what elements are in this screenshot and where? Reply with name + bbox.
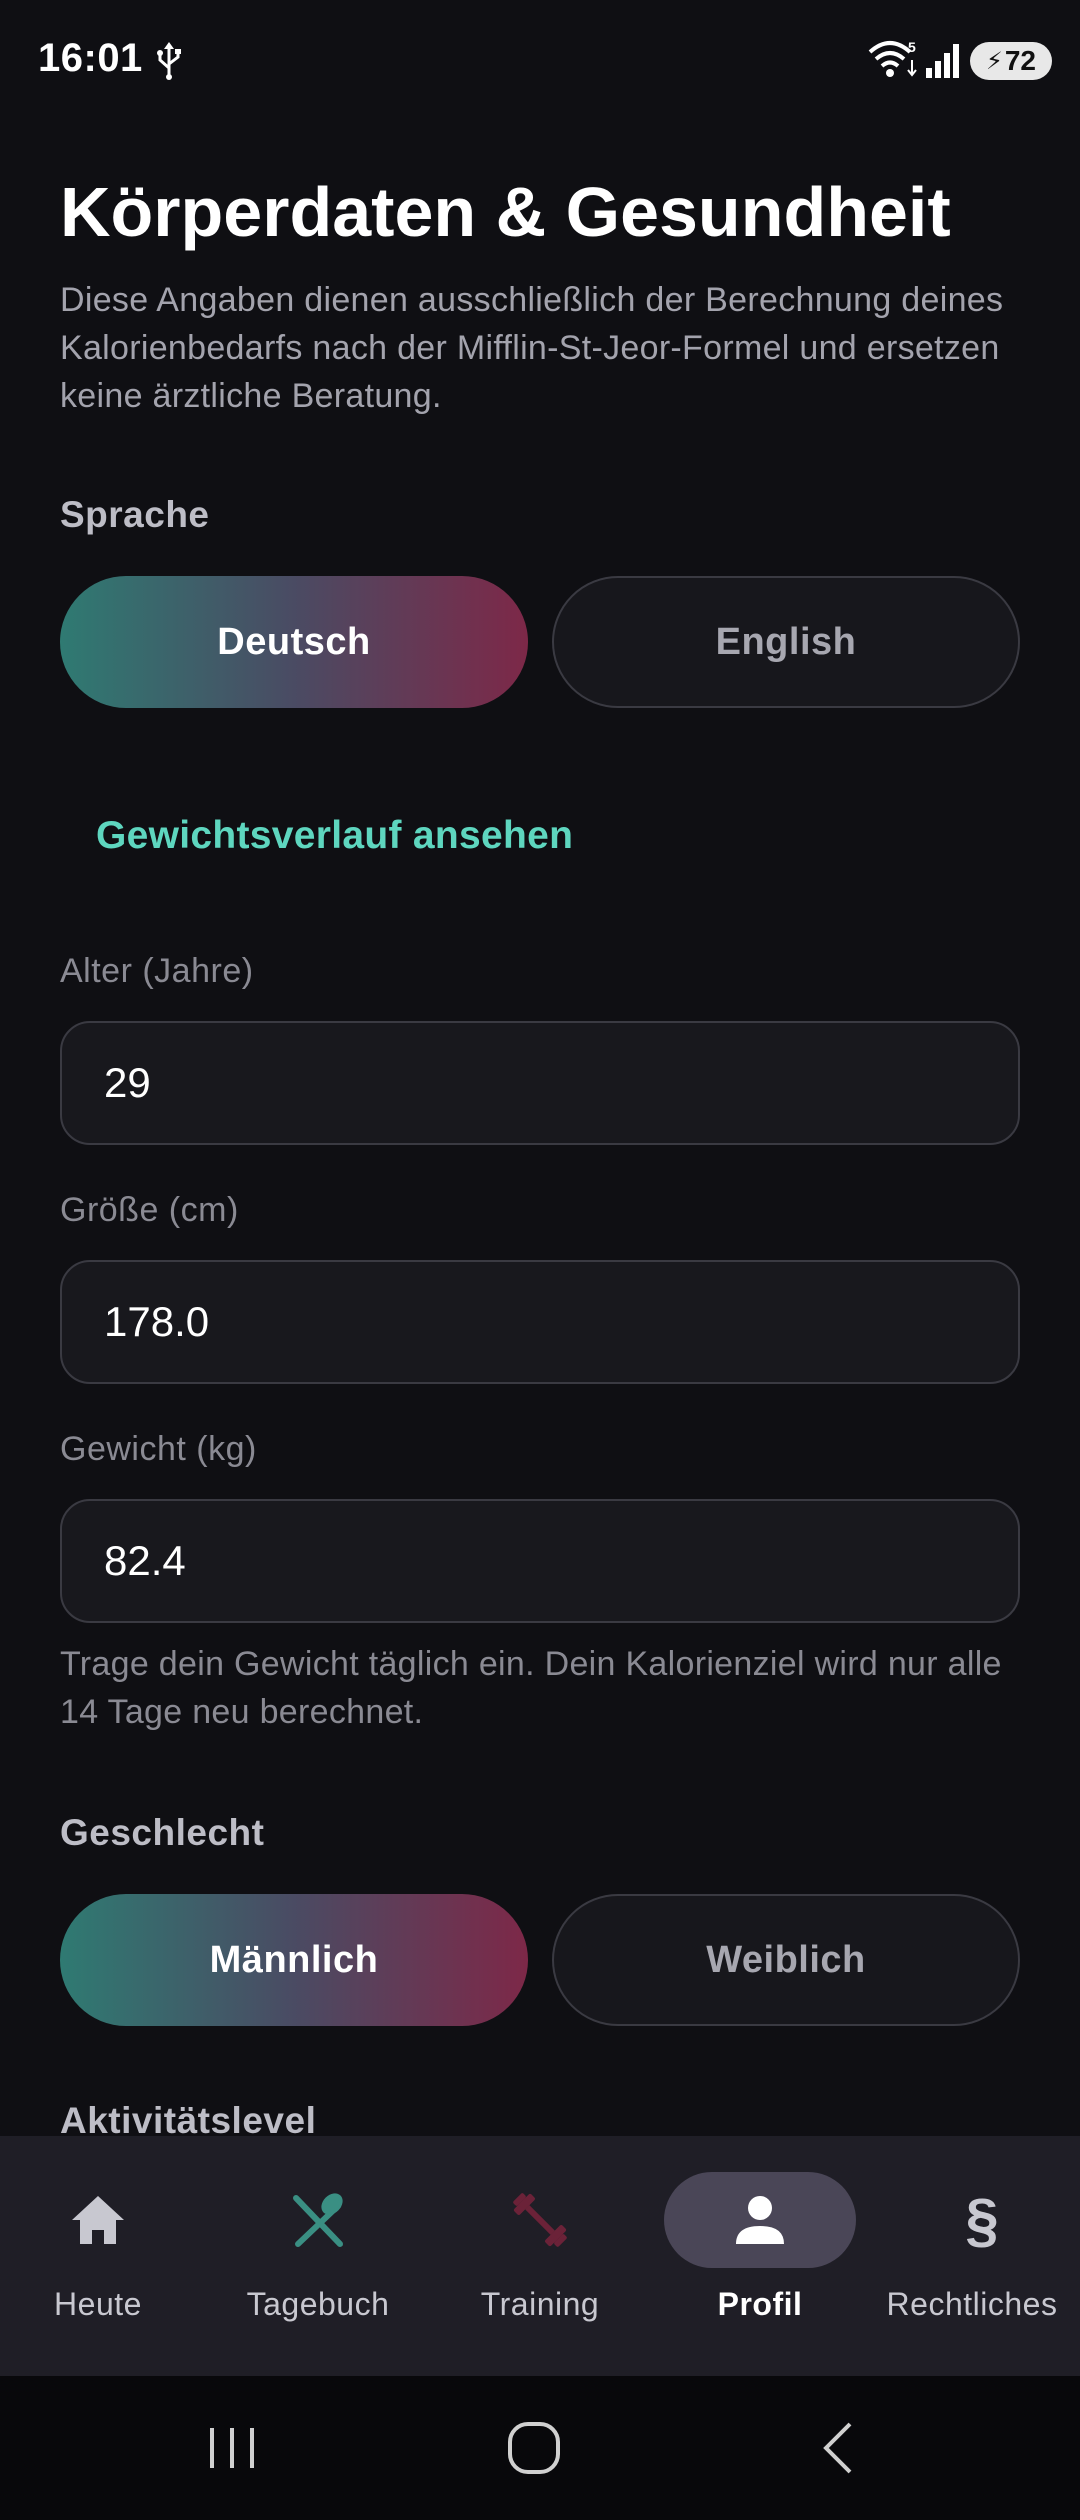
nav-item-profil[interactable]: Profil xyxy=(662,2136,858,2376)
nav-label-rechtliches: Rechtliches xyxy=(886,2286,1058,2322)
cutlery-icon xyxy=(293,2193,343,2247)
weight-history-link[interactable]: Gewichtsverlauf ansehen xyxy=(96,814,573,858)
nav-label-training: Training xyxy=(480,2286,600,2322)
battery-level: 72 xyxy=(1004,45,1036,76)
nav-item-training[interactable]: Training xyxy=(442,2136,638,2376)
dumbbell-icon xyxy=(513,2193,567,2247)
wifi-icon: 5 xyxy=(868,39,917,77)
language-german-button[interactable]: Deutsch xyxy=(60,576,528,708)
system-navigation-bar xyxy=(0,2376,1080,2520)
language-label: Sprache xyxy=(60,494,210,535)
back-icon[interactable] xyxy=(798,2416,878,2480)
weight-label: Gewicht (kg) xyxy=(60,1430,257,1468)
section-sign-icon: § xyxy=(965,2186,999,2254)
charging-bolt-icon: ⚡ xyxy=(985,47,1003,75)
page-title: Körperdaten & Gesundheit xyxy=(60,173,951,251)
gender-label: Geschlecht xyxy=(60,1812,265,1853)
height-label: Größe (cm) xyxy=(60,1191,239,1229)
nav-icon-container xyxy=(222,2172,414,2268)
language-english-button[interactable]: English xyxy=(552,576,1020,708)
nav-item-tagebuch[interactable]: Tagebuch xyxy=(220,2136,416,2376)
nav-label-heute: Heute xyxy=(54,2286,142,2322)
nav-item-heute[interactable]: Heute xyxy=(0,2136,196,2376)
weight-hint: Trage dein Gewicht täglich ein. Dein Kal… xyxy=(60,1645,1002,1731)
gender-male-button[interactable]: Männlich xyxy=(60,1894,528,2026)
age-label: Alter (Jahre) xyxy=(60,952,254,990)
home-button-icon[interactable] xyxy=(494,2416,574,2480)
age-input[interactable]: 29 xyxy=(60,1021,1020,1145)
nav-active-indicator xyxy=(664,2172,856,2268)
page-description: Diese Angaben dienen ausschließlich der … xyxy=(60,281,1004,415)
nav-icon-container xyxy=(444,2172,636,2268)
svg-text:5: 5 xyxy=(908,39,916,55)
gender-female-button[interactable]: Weiblich xyxy=(552,1894,1020,2026)
weight-input[interactable]: 82.4 xyxy=(60,1499,1020,1623)
status-bar: 16:01 5 ⚡ 72 xyxy=(0,0,1080,120)
nav-item-rechtliches[interactable]: § Rechtliches xyxy=(884,2136,1080,2376)
person-icon xyxy=(736,2196,784,2244)
screen: 16:01 5 ⚡ 72 Körperdaten & Gesundheit Di… xyxy=(0,0,1080,2520)
nav-label-tagebuch: Tagebuch xyxy=(246,2286,390,2322)
signal-icon xyxy=(926,44,959,78)
recent-apps-icon[interactable] xyxy=(192,2416,272,2480)
bottom-navigation: Heute Tagebuch Training Profil § Rechtli… xyxy=(0,2136,1080,2376)
nav-icon-container xyxy=(2,2172,194,2268)
home-icon xyxy=(72,2196,124,2244)
nav-label-profil: Profil xyxy=(717,2286,803,2322)
height-input[interactable]: 178.0 xyxy=(60,1260,1020,1384)
battery-icon: ⚡ 72 xyxy=(970,42,1052,80)
usb-icon xyxy=(157,42,181,80)
status-time: 16:01 xyxy=(38,36,143,80)
